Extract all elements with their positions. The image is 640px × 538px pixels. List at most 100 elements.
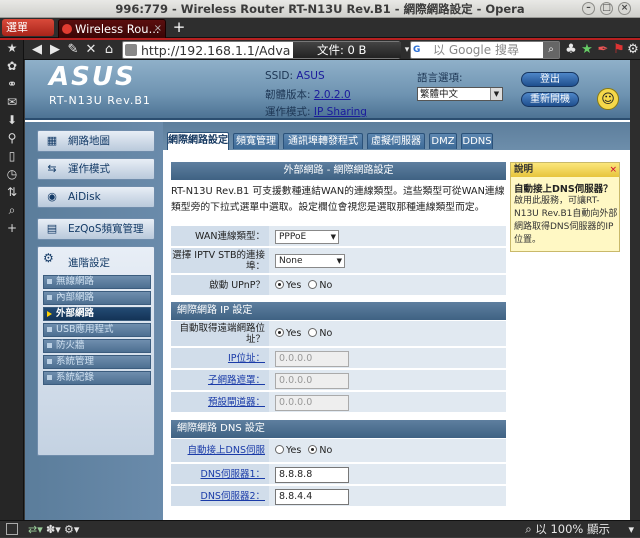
- aidisk-icon: ◉: [47, 190, 57, 203]
- edit-icon[interactable]: ✎: [64, 40, 82, 60]
- download-sidebar-icon[interactable]: ⬇: [4, 112, 20, 128]
- reboot-button[interactable]: 重新開機: [521, 92, 579, 107]
- nav-administration[interactable]: 系統管理: [43, 355, 151, 369]
- tab-close-icon[interactable]: ×: [154, 20, 162, 38]
- nav-aidisk[interactable]: ◉ AiDisk: [37, 186, 155, 208]
- help-mascot-icon[interactable]: ☺: [597, 88, 619, 110]
- router-page: ASUS RT-N13U Rev.B1 SSID: ASUS 韌體版本: 2.0…: [25, 60, 630, 520]
- windows-sidebar-icon[interactable]: ▯: [4, 148, 20, 164]
- auto-ip-no-radio[interactable]: [308, 328, 318, 337]
- nav-ezqos[interactable]: ▤ EzQoS頻寬管理: [37, 218, 155, 240]
- ip-address-label[interactable]: IP位址：: [171, 348, 269, 368]
- transfers-sidebar-icon[interactable]: ⇅: [4, 184, 20, 200]
- auto-dns-yes-label: Yes: [286, 445, 302, 456]
- zoom-dropdown-icon[interactable]: ▾: [628, 521, 634, 538]
- chevron-down-icon: ▼: [490, 88, 502, 100]
- add-panel-icon[interactable]: +: [4, 220, 20, 236]
- notes-sidebar-icon[interactable]: ✉: [4, 94, 20, 110]
- subnet-mask-row: 子網路遮罩： 0.0.0.0: [171, 370, 506, 391]
- search-icon[interactable]: ⌕: [543, 42, 559, 58]
- panel-toggle-icon[interactable]: [6, 523, 18, 535]
- nav-system-log[interactable]: 系統紀錄: [43, 371, 151, 385]
- maximize-icon[interactable]: □: [600, 2, 613, 15]
- iptv-select[interactable]: None ▼: [275, 254, 345, 268]
- url-text[interactable]: http://192.168.1.1/Advance: [141, 42, 291, 59]
- ip-address-cell: 0.0.0.0: [275, 348, 349, 368]
- subnet-mask-label[interactable]: 子網路遮罩：: [171, 370, 269, 390]
- ip-address-input[interactable]: 0.0.0.0: [275, 351, 349, 367]
- tab-ddns[interactable]: DDNS: [461, 133, 493, 149]
- bookmarks-sidebar-icon[interactable]: ★: [4, 40, 20, 56]
- gateway-label[interactable]: 預設閘道器：: [171, 392, 269, 412]
- unite-sidebar-icon[interactable]: ⚭: [4, 76, 20, 92]
- unite-icon[interactable]: ⚙▾: [64, 521, 79, 538]
- minimize-icon[interactable]: –: [582, 2, 595, 15]
- opera-menu-button[interactable]: 選單: [2, 19, 54, 36]
- wan-type-select[interactable]: PPPoE ▼: [275, 230, 339, 244]
- mode-link[interactable]: IP Sharing: [314, 106, 367, 118]
- upnp-no-radio[interactable]: [308, 280, 318, 289]
- browser-tab-active[interactable]: Wireless Rou... ×: [58, 19, 166, 38]
- nav-wan[interactable]: 外部網路: [43, 307, 151, 321]
- nav-wireless[interactable]: 無線網路: [43, 275, 151, 289]
- router-header: ASUS RT-N13U Rev.B1 SSID: ASUS 韌體版本: 2.0…: [25, 60, 630, 120]
- new-tab-button[interactable]: +: [170, 19, 188, 36]
- help-panel: 說明 × 自動接上DNS伺服器？ 啟用此服務，可讓RT-N13U Rev.B1自…: [510, 162, 620, 252]
- search-input[interactable]: 以 Google 搜尋: [433, 42, 543, 59]
- chevron-down-icon: ▼: [336, 257, 342, 265]
- dns1-cell: 8.8.8.8: [275, 464, 349, 484]
- links-sidebar-icon[interactable]: ⚲: [4, 130, 20, 146]
- dns2-input[interactable]: 8.8.4.4: [275, 489, 349, 505]
- arrow-right-icon: [47, 311, 52, 317]
- nav-lan[interactable]: 內部網路: [43, 291, 151, 305]
- auto-dns-label[interactable]: 自動接上DNS伺服器？: [171, 439, 269, 480]
- back-icon[interactable]: ◀: [28, 40, 46, 60]
- nav-operation-mode[interactable]: ⇆ 運作模式: [37, 158, 155, 180]
- dns2-label[interactable]: DNS伺服器2：: [171, 486, 269, 506]
- subnet-mask-cell: 0.0.0.0: [275, 370, 349, 390]
- upnp-yes-radio[interactable]: [275, 280, 284, 289]
- nav-firewall[interactable]: 防火牆: [43, 339, 151, 353]
- wrench-icon[interactable]: ⚙: [624, 40, 640, 60]
- nav-firewall-label: 防火牆: [56, 340, 85, 351]
- subnet-mask-input[interactable]: 0.0.0.0: [275, 373, 349, 389]
- history-sidebar-icon[interactable]: ◷: [4, 166, 20, 182]
- address-bar[interactable]: http://192.168.1.1/Advance 文件: 0 B: [122, 41, 401, 59]
- auto-dns-no-radio[interactable]: [308, 445, 318, 454]
- wan-type-cell: PPPoE ▼: [275, 226, 339, 246]
- gateway-input[interactable]: 0.0.0.0: [275, 395, 349, 411]
- language-select[interactable]: 繁體中文 ▼: [417, 87, 503, 101]
- tab-internet-settings[interactable]: 網際網路設定: [167, 132, 229, 150]
- dns1-input[interactable]: 8.8.8.8: [275, 467, 349, 483]
- nav-network-map[interactable]: ▦ 網路地圖: [37, 130, 155, 152]
- stop-icon[interactable]: ✕: [82, 40, 100, 60]
- site-info-icon[interactable]: [125, 44, 137, 56]
- logout-button[interactable]: 登出: [521, 72, 579, 87]
- help-close-icon[interactable]: ×: [609, 163, 617, 177]
- search-sidebar-icon[interactable]: ⌕: [4, 202, 20, 218]
- forward-icon[interactable]: ▶: [46, 40, 64, 60]
- ezqos-icon: ▤: [46, 222, 58, 235]
- home-icon[interactable]: ⌂: [100, 40, 118, 60]
- zoom-indicator[interactable]: ⌕ 以 100% 顯示: [525, 521, 610, 538]
- auto-ip-yes-radio[interactable]: [275, 328, 284, 337]
- mode-label: 運作模式:: [265, 106, 311, 118]
- asus-logo: ASUS: [49, 62, 136, 92]
- tab-bandwidth[interactable]: 頻寬管理: [233, 133, 279, 149]
- auto-dns-yes-radio[interactable]: [275, 445, 284, 454]
- dns2-cell: 8.8.4.4: [275, 486, 349, 506]
- page-scrollbar[interactable]: [630, 60, 640, 520]
- window-titlebar: 996:779 - Wireless Router RT-N13U Rev.B1…: [0, 0, 640, 18]
- firmware-link[interactable]: 2.0.2.0: [314, 89, 351, 101]
- network-status-icon[interactable]: ⇄▾: [28, 521, 43, 538]
- search-field[interactable]: G 以 Google 搜尋 ⌕: [410, 41, 560, 59]
- nav-usb-app[interactable]: USB應用程式: [43, 323, 151, 337]
- wan-type-label: WAN連線類型：: [171, 226, 269, 246]
- widgets-sidebar-icon[interactable]: ✿: [4, 58, 20, 74]
- close-window-icon[interactable]: ×: [618, 2, 631, 15]
- tab-port-trigger[interactable]: 通訊埠轉發程式: [283, 133, 363, 149]
- tab-dmz[interactable]: DMZ: [429, 133, 457, 149]
- dns1-label[interactable]: DNS伺服器1：: [171, 464, 269, 484]
- tab-virtual-server[interactable]: 虛擬伺服器: [367, 133, 425, 149]
- turbo-icon[interactable]: ✽▾: [46, 521, 61, 538]
